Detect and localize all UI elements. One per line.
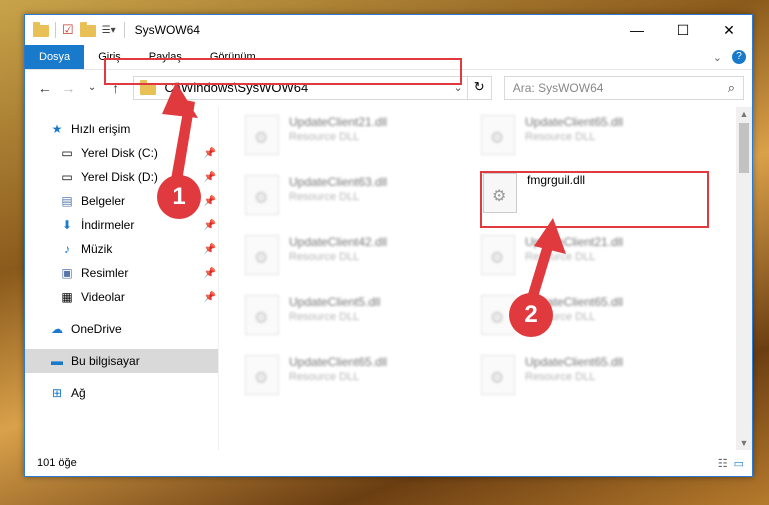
callout-arrows	[162, 82, 566, 307]
step-1-badge: 1	[157, 175, 201, 219]
step-2-badge: 2	[509, 293, 553, 337]
arrow-2-head	[534, 218, 566, 254]
arrow-1-head	[162, 82, 198, 118]
